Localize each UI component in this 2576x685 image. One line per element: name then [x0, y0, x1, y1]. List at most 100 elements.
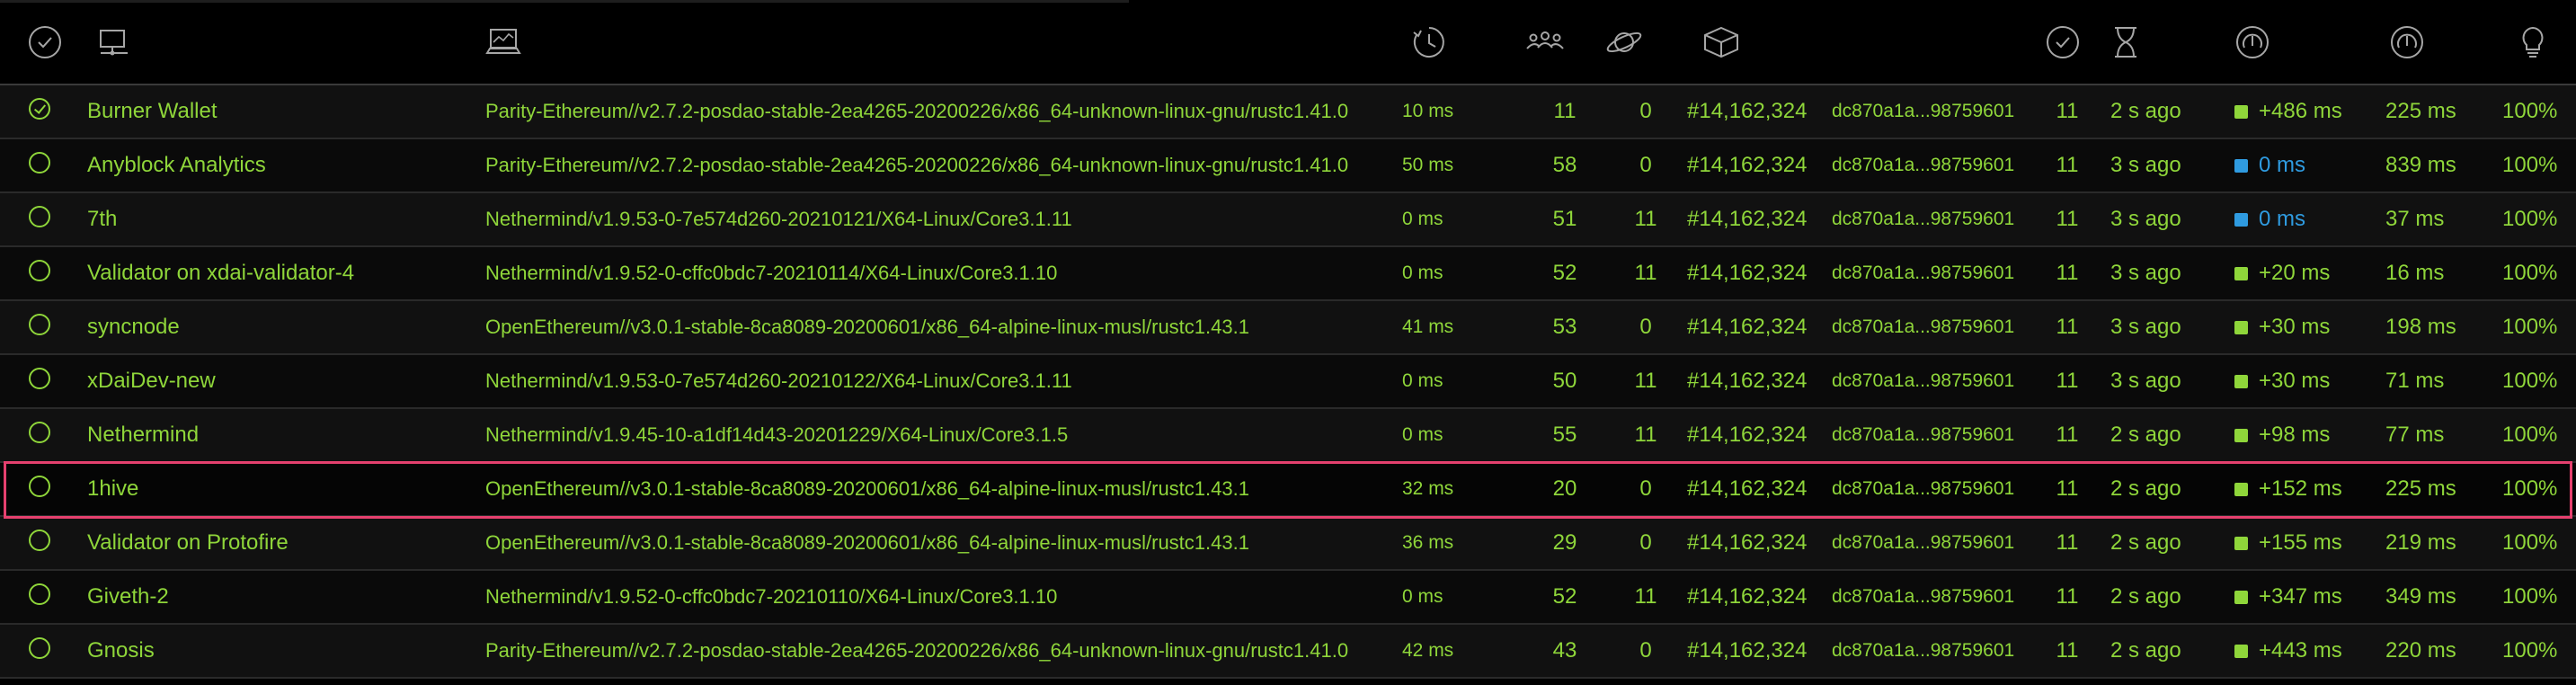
client-version: OpenEthereum//v3.0.1-stable-8ca8089-2020… — [485, 516, 1402, 571]
peers: 43 — [1525, 624, 1604, 679]
uptime: 100% — [2479, 192, 2576, 247]
last-block-time: 3 s ago — [2097, 192, 2216, 247]
latency: 36 ms — [1402, 516, 1525, 571]
node-name[interactable]: Anyblock Analytics — [87, 138, 485, 193]
client-version: Nethermind/v1.9.53-0-7e574d260-20210122/… — [485, 354, 1402, 409]
table-row[interactable]: 1hive OpenEthereum//v3.0.1-stable-8ca808… — [0, 462, 2576, 517]
uptime: 100% — [2479, 300, 2576, 355]
status-circle-icon — [29, 151, 50, 173]
sort-propagation-header[interactable] — [2216, 0, 2348, 85]
propagation-cell: +98 ms — [2216, 408, 2348, 463]
sort-peers-header[interactable] — [1525, 0, 1604, 85]
status-circle-icon — [29, 529, 50, 551]
sort-latency-header[interactable] — [1402, 0, 1525, 85]
uptime: 100% — [2479, 462, 2576, 517]
node-name[interactable]: 1hive — [87, 462, 485, 517]
node-name[interactable]: Giveth-2 — [87, 570, 485, 625]
node-name[interactable]: Validator on xdai-validator-4 — [87, 246, 485, 301]
status-cell — [0, 300, 87, 355]
latency: 0 ms — [1402, 246, 1525, 301]
propagation-cell: 0 ms — [2216, 192, 2348, 247]
propagation-indicator — [2234, 321, 2248, 335]
uptime: 100% — [2479, 354, 2576, 409]
propagation-indicator — [2234, 645, 2248, 659]
propagation-cell: +20 ms — [2216, 246, 2348, 301]
node-name[interactable]: Gnosis — [87, 624, 485, 679]
propagation-indicator — [2234, 105, 2248, 120]
node-name[interactable]: Nethermind — [87, 408, 485, 463]
table-row[interactable]: Validator on xdai-validator-4 Nethermind… — [0, 246, 2576, 301]
block-hash: dc870a1a...98759601 — [1813, 624, 2038, 679]
sort-block-header[interactable] — [1687, 0, 1813, 85]
propagation-indicator — [2234, 267, 2248, 281]
check-circle-icon — [29, 25, 61, 58]
block-hash: dc870a1a...98759601 — [1813, 138, 2038, 193]
status-circle-icon — [29, 636, 50, 659]
peers: 50 — [1525, 354, 1604, 409]
node-name[interactable]: 7th — [87, 192, 485, 247]
pending-txs: 11 — [1604, 246, 1687, 301]
block-number: #14,162,324 — [1687, 192, 1813, 247]
sort-client-header[interactable] — [485, 0, 1402, 85]
avg-propagation: 198 ms — [2348, 300, 2479, 355]
status-cell — [0, 408, 87, 463]
uptime: 100% — [2479, 408, 2576, 463]
sort-uptime-header[interactable] — [2479, 0, 2576, 85]
sort-avg-propagation-header[interactable] — [2348, 0, 2479, 85]
table-row[interactable]: Gnosis Parity-Ethereum//v2.7.2-posdao-st… — [0, 624, 2576, 679]
node-name[interactable]: xDaiDev-new — [87, 354, 485, 409]
propagation-indicator — [2234, 375, 2248, 389]
block-transactions: 11 — [2038, 570, 2097, 625]
table-row[interactable]: Nethermind Nethermind/v1.9.45-10-a1df14d… — [0, 408, 2576, 463]
client-version: Parity-Ethereum//v2.7.2-posdao-stable-2e… — [485, 138, 1402, 193]
table-row[interactable]: syncnode OpenEthereum//v3.0.1-stable-8ca… — [0, 300, 2576, 355]
node-name[interactable]: Burner Wallet — [87, 85, 485, 139]
node-name[interactable]: Validator on Protofire — [87, 516, 485, 571]
avg-propagation: 16 ms — [2348, 246, 2479, 301]
propagation-indicator — [2234, 537, 2248, 551]
table-row[interactable]: Giveth-2 Nethermind/v1.9.52-0-cffc0bdc7-… — [0, 570, 2576, 625]
table-row[interactable]: xDaiDev-new Nethermind/v1.9.53-0-7e574d2… — [0, 354, 2576, 409]
node-name[interactable]: syncnode — [87, 300, 485, 355]
propagation-cell: +486 ms — [2216, 85, 2348, 139]
table-row[interactable]: Validator on Protofire OpenEthereum//v3.… — [0, 516, 2576, 571]
table-row[interactable]: 7th Nethermind/v1.9.53-0-7e574d260-20210… — [0, 192, 2576, 247]
block-number: #14,162,324 — [1687, 246, 1813, 301]
pending-txs: 0 — [1604, 462, 1687, 517]
last-block-time: 2 s ago — [2097, 570, 2216, 625]
table-row[interactable]: Burner Wallet Parity-Ethereum//v2.7.2-po… — [0, 85, 2576, 139]
sort-status-header[interactable] — [0, 0, 87, 85]
block-hash: dc870a1a...98759601 — [1813, 570, 2038, 625]
uptime: 100% — [2479, 138, 2576, 193]
sort-last-block-header[interactable] — [2097, 0, 2216, 85]
avg-propagation: 77 ms — [2348, 408, 2479, 463]
block-hash: dc870a1a...98759601 — [1813, 192, 2038, 247]
latency: 10 ms — [1402, 85, 1525, 139]
last-block-time: 3 s ago — [2097, 300, 2216, 355]
propagation-indicator — [2234, 591, 2248, 605]
last-block-time: 2 s ago — [2097, 516, 2216, 571]
propagation-time: 0 ms — [2259, 207, 2306, 231]
block-number: #14,162,324 — [1687, 408, 1813, 463]
table-row[interactable]: Anyblock Analytics Parity-Ethereum//v2.7… — [0, 138, 2576, 193]
status-circle-icon — [29, 259, 50, 281]
node-rows: Burner Wallet Parity-Ethereum//v2.7.2-po… — [0, 85, 2576, 679]
propagation-time: +443 ms — [2259, 638, 2342, 663]
uptime: 100% — [2479, 85, 2576, 139]
propagation-cell: +443 ms — [2216, 624, 2348, 679]
laptop-icon — [485, 28, 521, 54]
propagation-time: 0 ms — [2259, 153, 2306, 177]
status-cell — [0, 246, 87, 301]
status-circle-icon — [29, 583, 50, 605]
status-cell — [0, 462, 87, 517]
pending-txs: 0 — [1604, 138, 1687, 193]
sort-transactions-header[interactable] — [2038, 0, 2097, 85]
block-transactions: 11 — [2038, 138, 2097, 193]
propagation-avg-gauge-icon — [2391, 25, 2423, 58]
sort-pending-header[interactable] — [1604, 0, 1687, 85]
sort-node-name-header[interactable] — [87, 0, 485, 85]
status-circle-icon — [29, 97, 50, 120]
latency: 0 ms — [1402, 570, 1525, 625]
propagation-time: +20 ms — [2259, 261, 2331, 285]
avg-propagation: 225 ms — [2348, 85, 2479, 139]
